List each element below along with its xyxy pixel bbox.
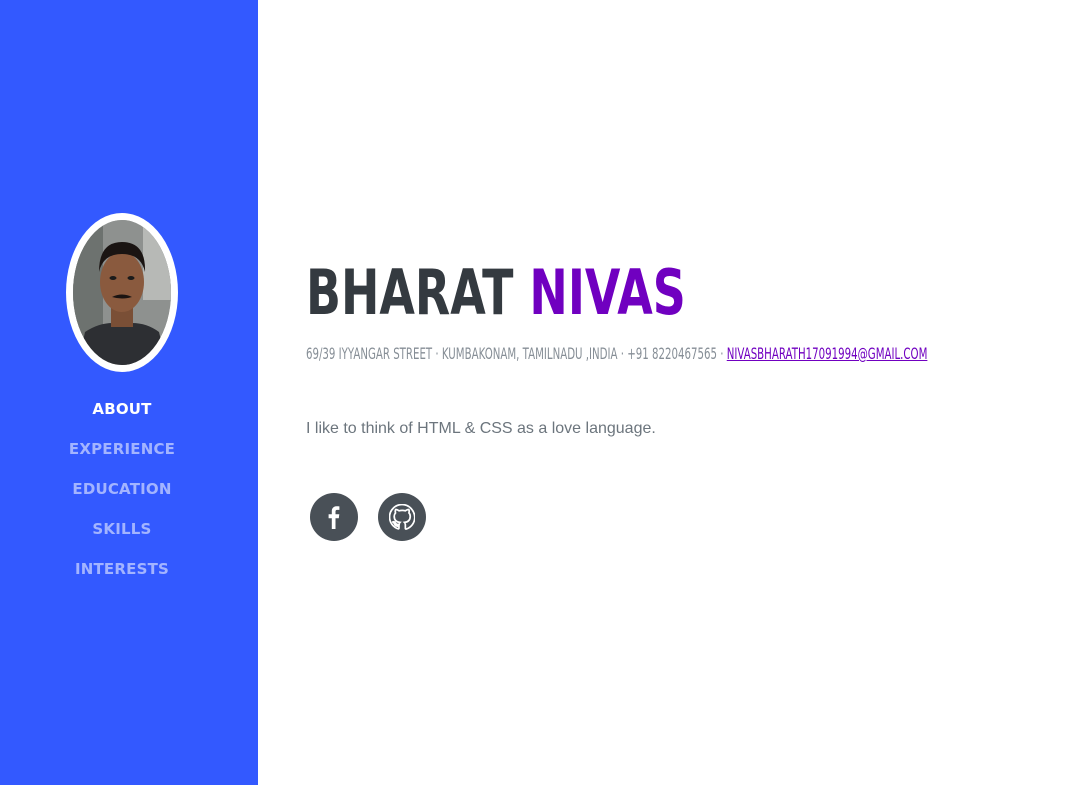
contact-line: 69/39 IYYANGAR STREET · KUMBAKONAM, TAMI… xyxy=(306,343,927,365)
avatar-photo xyxy=(73,220,171,365)
avatar[interactable] xyxy=(66,213,178,372)
github-button[interactable] xyxy=(378,493,426,541)
nav-item-about: ABOUT xyxy=(0,396,244,436)
nav-link-about[interactable]: ABOUT xyxy=(92,396,151,422)
email-link[interactable]: NIVASBHARATH17091994@GMAIL.COM xyxy=(727,344,928,363)
facebook-button[interactable] xyxy=(310,493,358,541)
nav-link-experience[interactable]: EXPERIENCE xyxy=(69,436,175,462)
first-name: BHARAT xyxy=(306,256,514,329)
nav-link-interests[interactable]: INTERESTS xyxy=(75,556,169,582)
nav-item-experience: EXPERIENCE xyxy=(0,436,244,476)
github-icon xyxy=(389,504,415,530)
nav-item-skills: SKILLS xyxy=(0,516,244,556)
nav-link-education[interactable]: EDUCATION xyxy=(72,476,171,502)
nav-item-interests: INTERESTS xyxy=(0,556,244,596)
address-text: 69/39 IYYANGAR STREET · KUMBAKONAM, TAMI… xyxy=(306,344,727,363)
page-title: BHARAT NIVAS xyxy=(306,243,686,343)
sidebar-nav: ABOUT EXPERIENCE EDUCATION SKILLS INTERE… xyxy=(0,396,244,596)
person-photo-icon xyxy=(73,220,171,365)
last-name: NIVAS xyxy=(529,256,686,329)
social-icons xyxy=(310,493,426,541)
facebook-icon xyxy=(328,506,340,529)
sidebar: ABOUT EXPERIENCE EDUCATION SKILLS INTERE… xyxy=(0,0,258,785)
nav-link-skills[interactable]: SKILLS xyxy=(92,516,151,542)
nav-item-education: EDUCATION xyxy=(0,476,244,516)
tagline: I like to think of HTML & CSS as a love … xyxy=(306,420,656,437)
